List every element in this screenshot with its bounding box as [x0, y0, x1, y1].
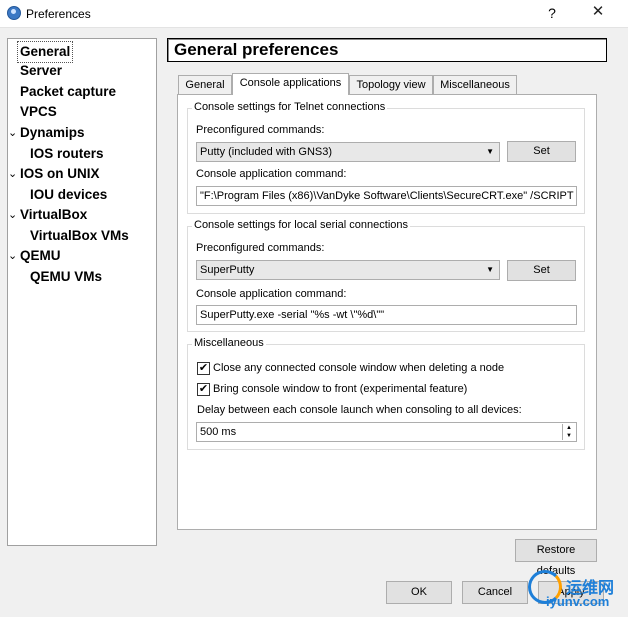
bring-front-checkbox[interactable]: ✔: [197, 383, 210, 396]
sidebar-item-label: Dynamips: [20, 125, 85, 140]
sidebar-item-iou-devices[interactable]: IOU devices: [30, 185, 107, 205]
close-console-label[interactable]: Close any connected console window when …: [213, 362, 504, 374]
sidebar-item-ios-routers[interactable]: IOS routers: [30, 144, 104, 164]
sidebar-item-qemu-vms[interactable]: QEMU VMs: [30, 267, 102, 287]
sidebar-item-label: General: [20, 44, 71, 59]
title-bar: [0, 0, 628, 28]
spin-buttons[interactable]: ▲ ▼: [562, 424, 575, 440]
spin-up-icon[interactable]: ▲: [563, 424, 575, 432]
sidebar-item-label: IOS routers: [30, 146, 104, 161]
telnet-preconfigured-select[interactable]: Putty (included with GNS3) ▼: [196, 142, 500, 162]
tab-general[interactable]: General: [178, 75, 232, 95]
sidebar-item-ios-on-unix[interactable]: ⌄ IOS on UNIX: [8, 164, 100, 184]
delay-label: Delay between each console launch when c…: [197, 404, 522, 416]
serial-preconfigured-select[interactable]: SuperPutty ▼: [196, 260, 500, 280]
sidebar-item-label: QEMU VMs: [30, 269, 103, 284]
sidebar-item-packet-capture[interactable]: Packet capture: [20, 82, 116, 102]
command-label: Console application command:: [196, 168, 347, 180]
sidebar-item-label: IOU devices: [30, 187, 108, 202]
dropdown-arrow-icon: ▼: [486, 147, 494, 156]
selected-value: Putty (included with GNS3): [200, 146, 333, 158]
chevron-down-icon[interactable]: ⌄: [8, 123, 17, 143]
sidebar-item-server[interactable]: Server: [20, 61, 62, 81]
spin-down-icon[interactable]: ▼: [563, 432, 575, 440]
sidebar-item-label: Packet capture: [20, 84, 117, 99]
page-title: General preferences: [174, 40, 339, 59]
sidebar-item-label: IOS on UNIX: [20, 166, 100, 181]
restore-defaults-button[interactable]: Restore defaults: [515, 539, 597, 577]
ok-button[interactable]: OK: [386, 581, 452, 604]
sidebar-item-vpcs[interactable]: VPCS: [20, 102, 57, 122]
telnet-set-button[interactable]: Set: [507, 141, 576, 162]
sidebar-item-qemu[interactable]: ⌄ QEMU: [8, 246, 61, 266]
tab-console-applications[interactable]: Console applications: [232, 73, 349, 95]
sidebar-item-label: QEMU: [20, 248, 61, 263]
gns3-app-icon: [7, 6, 21, 20]
tab-topology-view[interactable]: Topology view: [349, 75, 433, 95]
serial-set-button[interactable]: Set: [507, 260, 576, 281]
serial-command-input[interactable]: SuperPutty.exe -serial "%s -wt \"%d\"": [196, 305, 577, 325]
preferences-sidebar: General Server Packet capture VPCS ⌄ Dyna…: [7, 38, 157, 546]
tab-miscellaneous[interactable]: Miscellaneous: [433, 75, 517, 95]
close-console-checkbox[interactable]: ✔: [197, 362, 210, 375]
selected-value: SuperPutty: [200, 264, 255, 276]
sidebar-item-virtualbox[interactable]: ⌄ VirtualBox: [8, 205, 88, 225]
sidebar-item-label: VirtualBox: [20, 207, 88, 222]
preconfigured-label: Preconfigured commands:: [196, 124, 325, 136]
telnet-command-input[interactable]: "F:\Program Files (x86)\VanDyke Software…: [196, 186, 577, 206]
group-title: Console settings for local serial connec…: [192, 219, 411, 231]
watermark-url: iyunv.com: [546, 594, 610, 609]
dropdown-arrow-icon: ▼: [486, 265, 494, 274]
delay-spinbox[interactable]: 500 ms ▲ ▼: [196, 422, 577, 442]
chevron-down-icon[interactable]: ⌄: [8, 205, 17, 225]
group-title: Miscellaneous: [192, 337, 266, 349]
cancel-button[interactable]: Cancel: [462, 581, 528, 604]
close-button[interactable]: ✕: [580, 0, 616, 24]
sidebar-item-virtualbox-vms[interactable]: VirtualBox VMs: [30, 226, 129, 246]
sidebar-item-label: Server: [20, 63, 63, 78]
preconfigured-label: Preconfigured commands:: [196, 242, 325, 254]
window-title: Preferences: [26, 7, 91, 21]
help-button[interactable]: ?: [540, 2, 564, 24]
group-title: Console settings for Telnet connections: [192, 101, 388, 113]
sidebar-item-dynamips[interactable]: ⌄ Dynamips: [8, 123, 85, 143]
chevron-down-icon[interactable]: ⌄: [8, 164, 17, 184]
command-label: Console application command:: [196, 288, 347, 300]
sidebar-item-general[interactable]: General: [17, 41, 74, 63]
chevron-down-icon[interactable]: ⌄: [8, 246, 17, 266]
sidebar-item-label: VirtualBox VMs: [30, 228, 129, 243]
bring-front-label[interactable]: Bring console window to front (experimen…: [213, 383, 467, 395]
delay-value: 500 ms: [200, 426, 237, 438]
sidebar-item-label: VPCS: [20, 104, 57, 119]
